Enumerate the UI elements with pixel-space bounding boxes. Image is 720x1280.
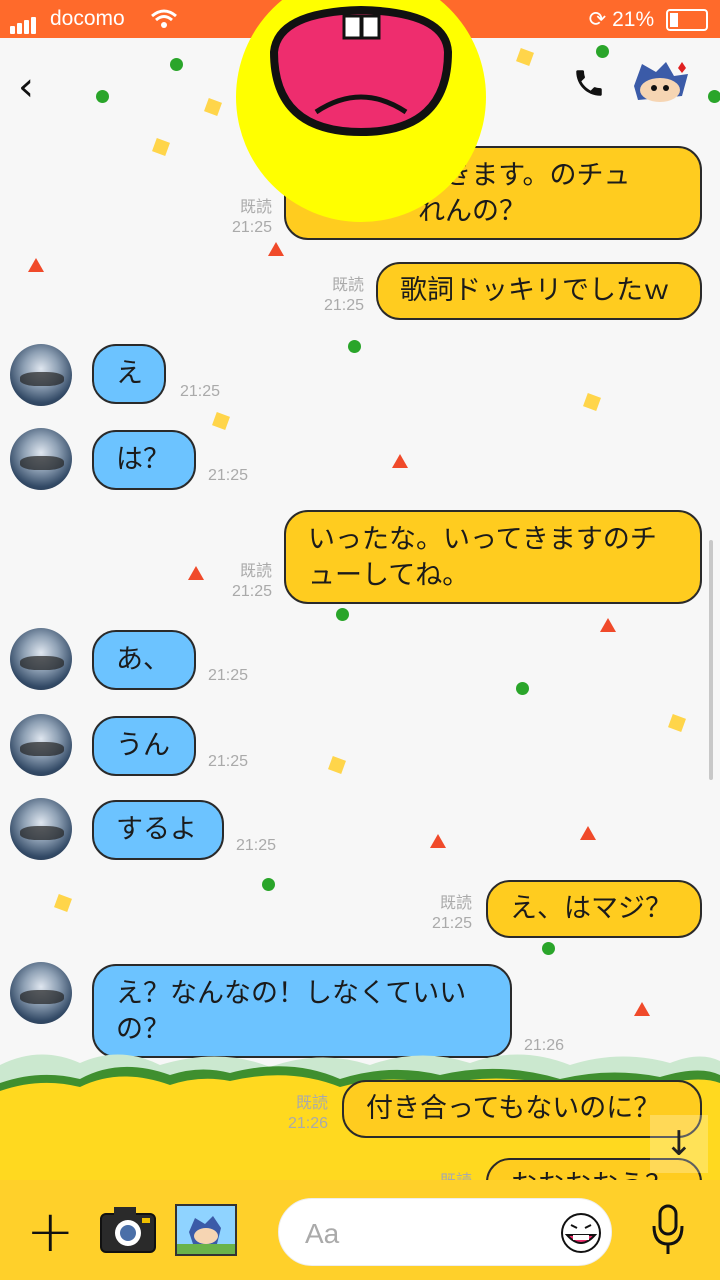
message-bubble-outgoing[interactable]: いったな。いってきますのチ ューしてね。: [284, 510, 702, 604]
message-meta: 既読 21:26: [272, 1094, 328, 1134]
read-receipt: 既読: [239, 563, 272, 580]
microphone-icon[interactable]: [650, 1202, 686, 1258]
plus-icon[interactable]: +: [26, 1202, 75, 1260]
message-meta: 既読 21:25: [214, 562, 272, 602]
message-text: ューしてね。: [308, 560, 470, 591]
rotation-lock-icon: ⟳: [588, 8, 607, 31]
message-text: するよ: [116, 814, 197, 845]
message-time: 21:25: [236, 837, 277, 854]
message-time: 21:26: [287, 1115, 328, 1132]
message-text: あ、: [116, 644, 170, 675]
status-right: ⟳ 21%: [589, 7, 708, 32]
message-bubble-incoming[interactable]: は？: [92, 430, 196, 490]
message-meta: 既読 21:25: [416, 894, 472, 934]
message-bubble-incoming[interactable]: え？なんなの！しなくていい の？: [92, 964, 512, 1058]
wifi-icon: [151, 9, 177, 28]
avatar[interactable]: [10, 428, 72, 490]
battery-icon: [666, 9, 708, 32]
avatar[interactable]: [10, 714, 72, 776]
message-bubble-incoming[interactable]: あ、: [92, 630, 196, 690]
message-text: え、はマジ？: [510, 893, 672, 924]
message-text: の？: [116, 1014, 170, 1045]
arrow-down-icon[interactable]: ↓: [650, 1115, 708, 1173]
message-time: 21:25: [208, 667, 249, 684]
message-bubble-outgoing[interactable]: え、はマジ？: [486, 880, 702, 938]
sticker-character-icon[interactable]: [628, 56, 694, 108]
avatar[interactable]: [10, 628, 72, 690]
message-bubble-incoming[interactable]: するよ: [92, 800, 224, 860]
signal-icon: [10, 10, 38, 34]
message-time: 21:25: [208, 753, 249, 770]
character-sticker-icon: [236, 0, 486, 222]
message-input-bar: +: [0, 1180, 720, 1280]
message-text: 歌詞ドッキリでしたｗ: [400, 275, 670, 306]
message-text: え: [116, 358, 143, 389]
avatar[interactable]: [10, 798, 72, 860]
message-time: 21:25: [323, 297, 364, 314]
message-meta: 既読 21:25: [306, 276, 364, 316]
message-text: 付き合ってもないのに？: [366, 1093, 661, 1124]
carrier-name: docomo: [50, 7, 125, 30]
message-time: 21:25: [180, 383, 221, 400]
read-receipt: 既読: [331, 277, 364, 294]
avatar[interactable]: [10, 962, 72, 1024]
battery-percent: 21%: [612, 8, 655, 31]
message-time: 21:26: [524, 1037, 565, 1054]
message-bubble-outgoing[interactable]: 歌詞ドッキリでしたｗ: [376, 262, 702, 320]
avatar[interactable]: [10, 344, 72, 406]
message-bubble-incoming[interactable]: え: [92, 344, 166, 404]
read-receipt: 既読: [439, 895, 472, 912]
scrollbar[interactable]: [709, 540, 713, 780]
message-text: うん: [116, 730, 170, 761]
message-bubble-incoming[interactable]: うん: [92, 716, 196, 776]
emoji-icon[interactable]: [559, 1211, 603, 1255]
message-time: 21:25: [208, 467, 249, 484]
message-bubble-outgoing[interactable]: 付き合ってもないのに？: [342, 1080, 702, 1138]
message-text: は？: [116, 444, 170, 475]
chevron-left-icon[interactable]: ‹: [18, 64, 34, 110]
message-text: いったな。いってきますのチ: [308, 524, 657, 555]
read-receipt: 既読: [295, 1095, 328, 1112]
message-text: え？なんなの！しなくていい: [116, 978, 467, 1009]
message-input[interactable]: [303, 1215, 547, 1253]
message-field[interactable]: [278, 1198, 612, 1266]
photo-icon[interactable]: [175, 1204, 237, 1256]
message-time: 21:25: [231, 583, 272, 600]
message-time: 21:25: [431, 915, 472, 932]
phone-icon[interactable]: [572, 66, 606, 100]
camera-icon[interactable]: [98, 1202, 158, 1258]
